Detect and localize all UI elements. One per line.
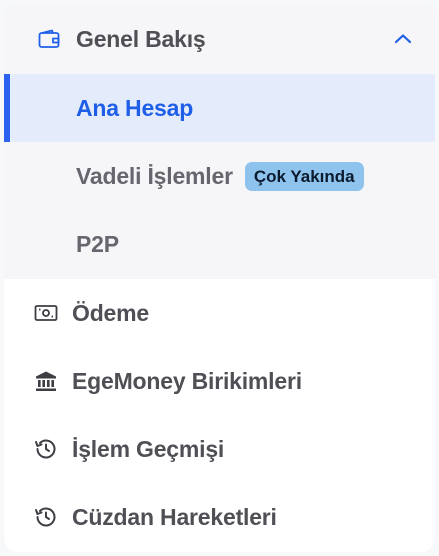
submenu-item-main-account[interactable]: Ana Hesap [4,74,435,142]
submenu-item-p2p[interactable]: P2P [4,210,435,278]
menu-item-transaction-history[interactable]: İşlem Geçmişi [4,415,435,483]
wallet-icon [38,28,60,50]
menu-item-label: İşlem Geçmişi [72,435,225,462]
menu-item-savings[interactable]: EgeMoney Birikimleri [4,347,435,415]
coming-soon-badge: Çok Yakında [244,161,364,191]
overview-group-header[interactable]: Genel Bakış [4,4,435,74]
menu-item-payment[interactable]: Ödeme [4,279,435,347]
submenu-item-futures[interactable]: Vadeli İşlemler Çok Yakında [4,142,435,210]
overview-group-title: Genel Bakış [76,25,206,52]
sidebar-menu: Genel Bakış Ana Hesap Vadeli İşlemler Ço… [4,4,435,552]
menu-item-wallet-activity[interactable]: Cüzdan Hareketleri [4,483,435,551]
banknote-icon [34,301,58,325]
submenu-item-label: Ana Hesap [76,94,194,121]
history-icon [34,437,58,461]
menu-item-label: EgeMoney Birikimleri [72,367,302,394]
menu-item-label: Cüzdan Hareketleri [72,503,277,530]
history-icon [34,505,58,529]
menu-item-label: Ödeme [72,299,149,326]
chevron-up-icon[interactable] [391,27,415,51]
bank-icon [34,369,58,393]
submenu-item-label: P2P [76,230,119,257]
overview-group: Genel Bakış Ana Hesap Vadeli İşlemler Ço… [4,4,435,279]
submenu-item-label: Vadeli İşlemler [76,162,233,189]
